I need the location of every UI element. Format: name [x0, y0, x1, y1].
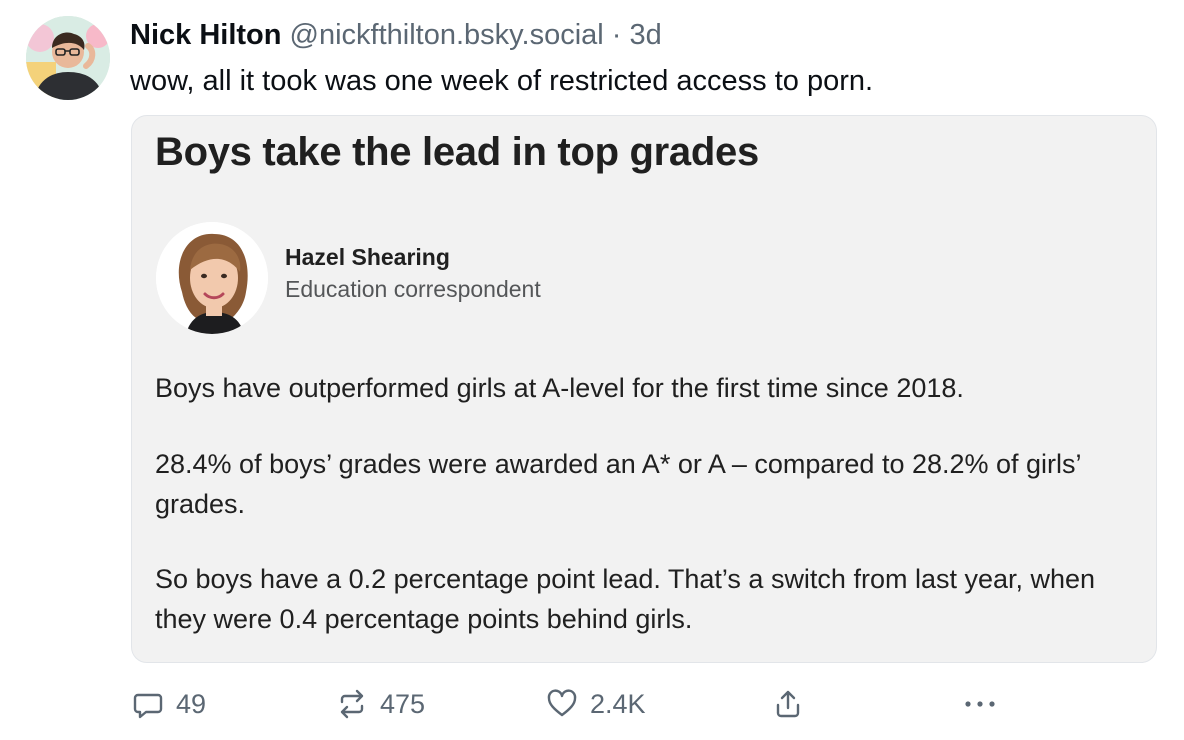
- reply-icon: [133, 693, 163, 719]
- author-name[interactable]: Nick Hilton: [130, 19, 281, 51]
- article-headline: Boys take the lead in top grades: [155, 130, 759, 174]
- article-paragraph: 28.4% of boys’ grades were awarded an A*…: [155, 449, 1081, 519]
- like-icon: [547, 689, 577, 717]
- reply-button[interactable]: 49: [132, 684, 206, 724]
- reply-count: 49: [176, 688, 207, 719]
- article-paragraph: So boys have a 0.2 percentage point lead…: [155, 564, 1096, 634]
- article-paragraph: Boys have outperformed girls at A-level …: [155, 373, 964, 403]
- like-button[interactable]: 2.4K: [546, 684, 646, 724]
- header-separator: ·: [611, 19, 622, 51]
- post-actions: 49 475 2.4K: [0, 684, 1184, 724]
- share-button[interactable]: [772, 684, 804, 724]
- post-text: wow, all it took was one week of restric…: [130, 65, 874, 97]
- author-avatar-image: [26, 16, 110, 100]
- embedded-image[interactable]: Boys take the lead in top grades Hazel S…: [131, 115, 1157, 663]
- like-count: 2.4K: [590, 688, 646, 719]
- reporter-photo: [156, 222, 268, 334]
- repost-count: 475: [380, 688, 426, 719]
- more-options-button[interactable]: [962, 684, 998, 724]
- post-header: Nick Hilton @nickfthilton.bsky.social · …: [130, 16, 662, 54]
- reporter-name: Hazel Shearing: [285, 244, 450, 270]
- author-handle[interactable]: @nickfthilton.bsky.social: [290, 19, 604, 51]
- repost-icon: [340, 689, 364, 719]
- reporter-role: Education correspondent: [285, 276, 541, 302]
- more-icon: [965, 701, 995, 707]
- repost-button[interactable]: 475: [336, 684, 425, 724]
- share-icon: [776, 690, 800, 718]
- author-avatar[interactable]: [26, 16, 110, 100]
- post-timestamp[interactable]: 3d: [630, 19, 662, 51]
